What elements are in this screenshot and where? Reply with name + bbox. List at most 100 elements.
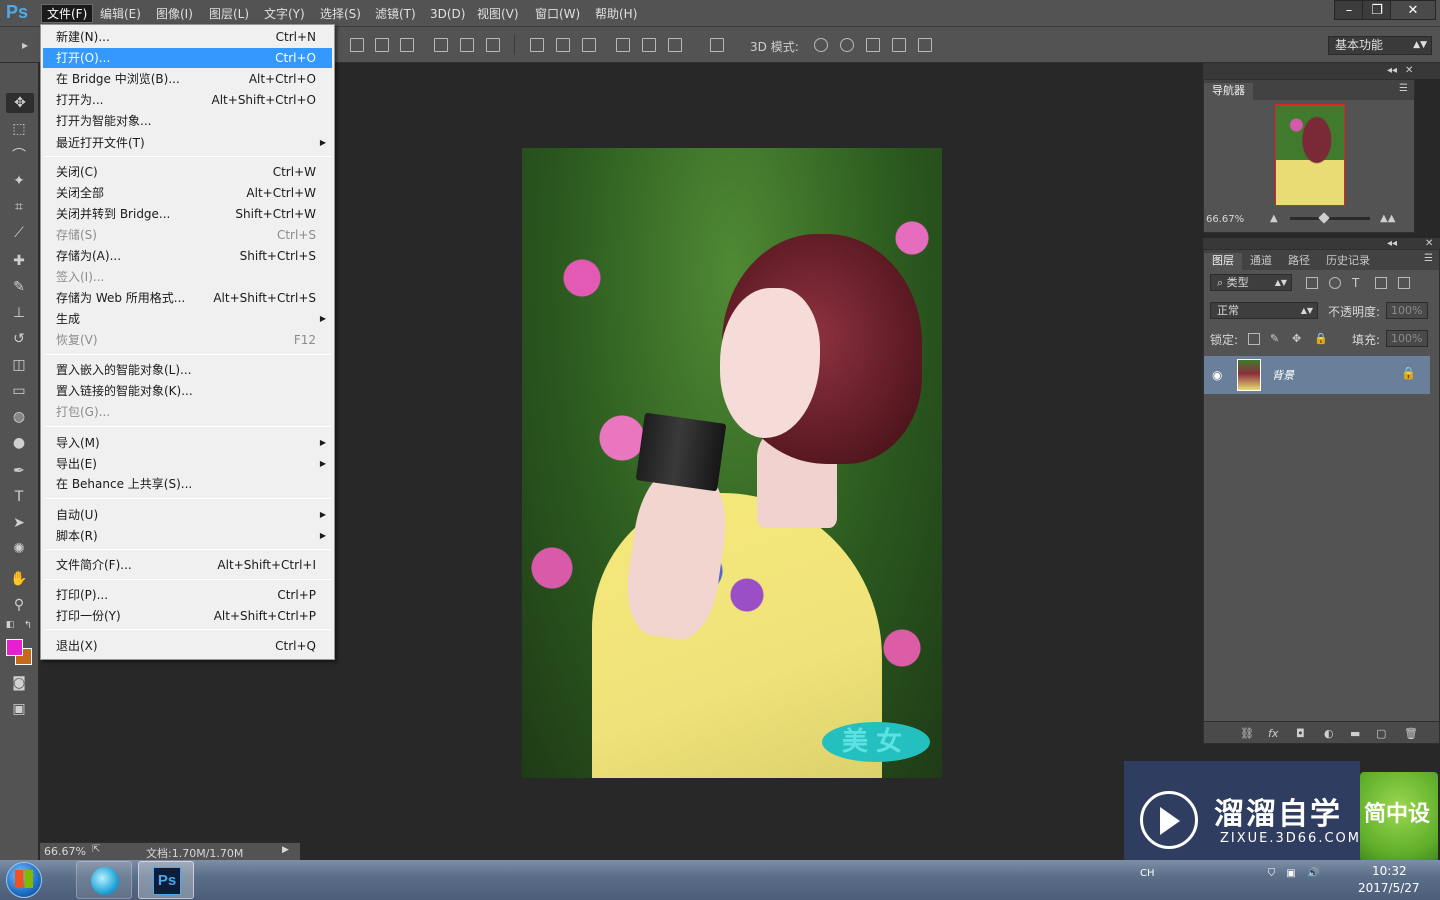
menu-item-file-info[interactable]: 文件简介(F)... Alt+Shift+Ctrl+I <box>43 555 332 575</box>
menu-item-package[interactable]: 打包(G)... <box>43 402 332 422</box>
eraser-tool-icon[interactable]: ◫ <box>9 355 29 375</box>
menu-item-generate[interactable]: 生成 ▶ <box>43 309 332 329</box>
volume-icon[interactable]: 🔊 <box>1307 868 1319 879</box>
status-menu-arrow-icon[interactable]: ▶ <box>282 845 289 855</box>
align-hcenter-icon[interactable] <box>460 38 474 52</box>
tab-channels[interactable]: 通道 <box>1242 253 1280 270</box>
close-panel-icon[interactable]: ✕ <box>1425 238 1433 249</box>
menu-item-open-as[interactable]: 打开为... Alt+Shift+Ctrl+O <box>43 90 332 110</box>
taskbar-app-photoshop[interactable]: Ps <box>138 861 194 899</box>
default-colors-icon[interactable]: ◧ <box>4 619 16 631</box>
panel-menu-icon[interactable]: ☰ <box>1424 253 1433 264</box>
menu-item-save-as[interactable]: 存储为(A)... Shift+Ctrl+S <box>43 246 332 266</box>
collapse-panels-icon[interactable]: ◂◂ <box>1387 238 1397 249</box>
brush-tool-icon[interactable]: ✎ <box>9 277 29 297</box>
menu-item-new[interactable]: 新建(N)... Ctrl+N <box>43 27 332 47</box>
menu-item-browse-bridge[interactable]: 在 Bridge 中浏览(B)... Alt+Ctrl+O <box>43 69 332 89</box>
clock-time[interactable]: 10:32 <box>1372 864 1407 878</box>
workspace-select[interactable]: 基本功能 ▲▼ <box>1328 36 1432 55</box>
distribute-hcenter-icon[interactable] <box>642 38 656 52</box>
layer-filter-select[interactable]: ⌕ 类型 ▲▼ <box>1210 274 1292 291</box>
menu-item-close-all[interactable]: 关闭全部 Alt+Ctrl+W <box>43 183 332 203</box>
menu-item-save[interactable]: 存储(S) Ctrl+S <box>43 225 332 245</box>
navigator-zoom-value[interactable]: 66.67% <box>1206 214 1244 225</box>
healing-brush-tool-icon[interactable]: ✚ <box>9 251 29 271</box>
slider-handle[interactable] <box>1318 212 1330 224</box>
dodge-tool-icon[interactable]: ● <box>9 433 29 453</box>
menu-item-place-embedded[interactable]: 置入嵌入的智能对象(L)... <box>43 360 332 380</box>
menu-item-recent-files[interactable]: 最近打开文件(T) ▶ <box>43 133 332 153</box>
fx-icon[interactable]: fx <box>1268 727 1278 740</box>
lock-pixels-icon[interactable]: ✎ <box>1270 333 1282 345</box>
3d-slide-icon[interactable] <box>892 38 906 52</box>
path-selection-tool-icon[interactable]: ➤ <box>9 513 29 533</box>
move-tool-preset-icon[interactable]: ▸ <box>22 38 36 52</box>
menu-item-import[interactable]: 导入(M) ▶ <box>43 433 332 453</box>
distribute-top-icon[interactable] <box>530 38 544 52</box>
menu-item-scripts[interactable]: 脚本(R) ▶ <box>43 526 332 546</box>
menu-type[interactable]: 文字(Y) <box>259 5 310 23</box>
distribute-right-icon[interactable] <box>668 38 682 52</box>
align-top-icon[interactable] <box>350 38 364 52</box>
layer-name[interactable]: 背景 <box>1272 367 1294 383</box>
menu-item-place-linked[interactable]: 置入链接的智能对象(K)... <box>43 381 332 401</box>
menu-filter[interactable]: 滤镜(T) <box>370 5 421 23</box>
lock-position-icon[interactable]: ✥ <box>1292 333 1304 345</box>
fill-input[interactable]: 100% <box>1386 330 1428 347</box>
filter-smart-object-icon[interactable] <box>1398 277 1410 289</box>
menu-item-revert[interactable]: 恢复(V) F12 <box>43 330 332 350</box>
tab-history[interactable]: 历史记录 <box>1318 253 1378 270</box>
lasso-tool-icon[interactable]: ⌒ <box>9 145 29 165</box>
menu-item-open[interactable]: 打开(O)... Ctrl+O <box>43 48 332 68</box>
filter-shape-icon[interactable] <box>1375 277 1387 289</box>
magic-wand-tool-icon[interactable]: ✦ <box>9 171 29 191</box>
quick-mask-icon[interactable]: ◙ <box>9 673 29 693</box>
crop-tool-icon[interactable]: ⌗ <box>9 197 29 217</box>
navigator-thumbnail[interactable] <box>1275 104 1345 206</box>
menu-view[interactable]: 视图(V) <box>472 5 524 23</box>
menu-help[interactable]: 帮助(H) <box>590 5 642 23</box>
menu-item-close[interactable]: 关闭(C) Ctrl+W <box>43 162 332 182</box>
layer-row[interactable]: ◉ 背景 🔒 <box>1204 356 1430 394</box>
new-group-icon[interactable]: ▬ <box>1350 727 1360 740</box>
menu-3d[interactable]: 3D(D) <box>425 5 470 23</box>
network-icon[interactable]: ▣ <box>1286 868 1295 879</box>
language-indicator[interactable]: CH <box>1140 868 1155 879</box>
distribute-left-icon[interactable] <box>616 38 630 52</box>
menu-item-open-smart-object[interactable]: 打开为智能对象... <box>43 111 332 131</box>
tab-layers[interactable]: 图层 <box>1204 253 1242 270</box>
new-layer-icon[interactable]: ▢ <box>1376 727 1386 740</box>
menu-file[interactable]: 文件(F) <box>41 4 94 23</box>
new-adjustment-icon[interactable]: ◐ <box>1324 727 1334 740</box>
filter-type-icon[interactable]: T <box>1352 277 1364 289</box>
filter-pixel-icon[interactable] <box>1306 277 1318 289</box>
lock-transparent-icon[interactable] <box>1248 333 1260 345</box>
restore-button[interactable]: ❐ <box>1362 0 1392 20</box>
menu-item-exit[interactable]: 退出(X) Ctrl+Q <box>43 636 332 656</box>
minimize-button[interactable]: – <box>1334 0 1364 20</box>
zoom-out-icon[interactable]: ▲ <box>1270 213 1278 224</box>
status-zoom[interactable]: 66.67% <box>44 845 86 858</box>
panel-menu-icon[interactable]: ☰ <box>1399 83 1408 94</box>
menu-item-check-in[interactable]: 签入(I)... <box>43 267 332 287</box>
align-vcenter-icon[interactable] <box>375 38 389 52</box>
clone-stamp-tool-icon[interactable]: ⊥ <box>9 303 29 323</box>
distribute-bottom-icon[interactable] <box>582 38 596 52</box>
3d-rotate-icon[interactable] <box>814 38 828 52</box>
tab-paths[interactable]: 路径 <box>1280 253 1318 270</box>
taskbar-app-browser[interactable] <box>76 861 132 899</box>
trash-icon[interactable]: 🗑 <box>1404 727 1418 740</box>
3d-roll-icon[interactable] <box>840 38 854 52</box>
align-bottom-icon[interactable] <box>400 38 414 52</box>
opacity-input[interactable]: 100% <box>1386 302 1428 319</box>
hand-tool-icon[interactable]: ✋ <box>9 569 29 589</box>
close-button[interactable]: ✕ <box>1390 0 1436 20</box>
align-left-icon[interactable] <box>434 38 448 52</box>
menu-item-share-behance[interactable]: 在 Behance 上共享(S)... <box>43 474 332 494</box>
pen-tool-icon[interactable]: ✒ <box>9 461 29 481</box>
3d-scale-icon[interactable] <box>918 38 932 52</box>
swap-colors-icon[interactable]: ↰ <box>22 619 34 631</box>
menu-image[interactable]: 图像(I) <box>151 5 198 23</box>
history-brush-tool-icon[interactable]: ↺ <box>9 329 29 349</box>
menu-item-export[interactable]: 导出(E) ▶ <box>43 454 332 474</box>
